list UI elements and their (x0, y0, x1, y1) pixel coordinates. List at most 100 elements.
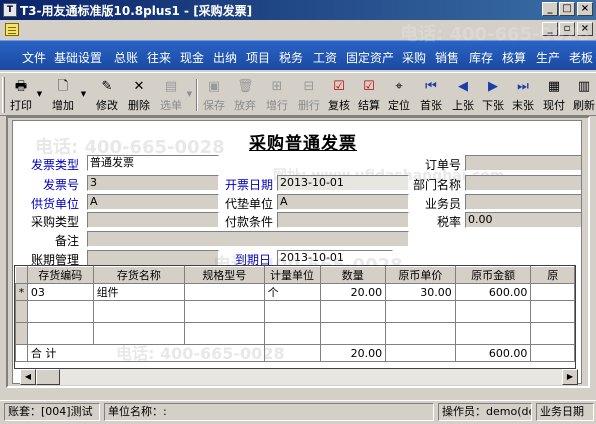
due-date-field[interactable]: 2013-10-01 (277, 250, 393, 266)
last-record-button[interactable]: ⏭ 末张 (510, 77, 536, 113)
empty-cell[interactable] (319, 322, 387, 345)
delete-button[interactable]: ✕ 删除 (124, 77, 154, 113)
empty-cell[interactable] (92, 322, 186, 345)
grid-corner-cell[interactable] (15, 266, 28, 284)
column-header[interactable]: 存货编码 (26, 266, 94, 284)
empty-cell[interactable] (530, 322, 575, 345)
select-order-button[interactable]: ▤ 选单 (156, 77, 186, 113)
agent-vendor-field[interactable]: A (277, 194, 409, 210)
toolbar-grip[interactable] (2, 77, 5, 113)
next-record-button[interactable]: ▶ 下张 (480, 77, 506, 113)
cash-pay-button[interactable]: ▦ 现付 (540, 77, 568, 113)
menu-project[interactable]: 项目 (246, 49, 270, 66)
table-row[interactable] (15, 322, 575, 345)
select-dropdown-arrow[interactable]: ▼ (186, 89, 193, 99)
app-icon[interactable]: T (3, 3, 17, 17)
cell-price[interactable]: 30.00 (385, 283, 456, 301)
child-close-button[interactable]: × (577, 22, 593, 36)
menu-basic-settings[interactable]: 基础设置 (54, 49, 102, 66)
menu-boss[interactable]: 老板 (569, 49, 593, 66)
vendor-field[interactable]: A (87, 194, 219, 210)
payment-terms-field[interactable] (277, 212, 409, 228)
child-minimize-button[interactable]: _ (542, 22, 558, 36)
menu-fixed-assets[interactable]: 固定资产 (346, 49, 394, 66)
note-field[interactable] (87, 231, 409, 247)
empty-cell[interactable] (454, 300, 532, 323)
cell-unit[interactable]: 个 (263, 283, 321, 301)
menu-production[interactable]: 生产 (536, 49, 560, 66)
menu-file[interactable]: 文件 (22, 49, 46, 66)
menu-sales[interactable]: 销售 (435, 49, 459, 66)
add-dropdown-arrow[interactable]: ▼ (80, 89, 87, 99)
minimize-button[interactable]: _ (542, 2, 558, 16)
cell-name[interactable]: 组件 (92, 283, 186, 301)
column-header[interactable]: 计量单位 (263, 266, 321, 284)
department-field[interactable] (465, 175, 581, 191)
menu-purchase[interactable]: 采购 (402, 49, 426, 66)
salesperson-field[interactable] (465, 194, 581, 210)
cell-amount[interactable]: 600.00 (454, 283, 532, 301)
empty-cell[interactable] (184, 300, 265, 323)
invoice-no-field[interactable]: 3 (87, 175, 219, 191)
empty-cell[interactable] (92, 300, 186, 323)
print-button[interactable]: 🖶 打印 (6, 77, 36, 113)
cell-spec[interactable] (184, 283, 265, 301)
scroll-left-button[interactable]: ◀ (20, 369, 36, 385)
empty-cell[interactable] (454, 322, 532, 345)
column-header[interactable]: 存货名称 (92, 266, 186, 284)
menu-cashier[interactable]: 出纳 (213, 49, 237, 66)
column-header[interactable]: 规格型号 (184, 266, 265, 284)
review-button[interactable]: ☑ 复核 (326, 77, 352, 113)
add-row-button[interactable]: ⊞ 增行 (262, 77, 292, 113)
horizontal-scrollbar[interactable]: ◀ ▶ (20, 369, 578, 385)
add-button[interactable]: 🗋 增加 (48, 77, 78, 113)
save-button[interactable]: ▣ 保存 (200, 77, 228, 113)
maximize-button[interactable]: □ (559, 2, 575, 16)
menu-payroll[interactable]: 工资 (313, 49, 337, 66)
column-header[interactable]: 原币单价 (385, 266, 456, 284)
empty-cell[interactable] (385, 300, 456, 323)
tax-rate-field[interactable]: 0.00 (465, 212, 581, 228)
empty-cell[interactable] (184, 322, 265, 345)
menu-costing[interactable]: 核算 (502, 49, 526, 66)
empty-cell[interactable] (385, 322, 456, 345)
edit-button[interactable]: ✎ 修改 (92, 77, 122, 113)
menu-inventory[interactable]: 库存 (469, 49, 493, 66)
table-row[interactable]: * 03 组件 个 20.00 30.00 600.00 (15, 283, 575, 301)
account-mgmt-field[interactable] (87, 250, 219, 266)
row-marker[interactable]: * (15, 283, 28, 301)
menu-receivables[interactable]: 往来 (147, 49, 171, 66)
invoice-type-field[interactable]: 普通发票 (87, 155, 219, 171)
first-record-button[interactable]: ⏮ 首张 (418, 77, 444, 113)
table-row[interactable] (15, 300, 575, 323)
menu-tax[interactable]: 税务 (279, 49, 303, 66)
column-header[interactable]: 原币金额 (454, 266, 532, 284)
scroll-right-button[interactable]: ▶ (562, 369, 578, 385)
order-no-field[interactable] (465, 155, 581, 171)
menu-cash[interactable]: 现金 (180, 49, 204, 66)
delete-row-button[interactable]: ⊟ 删行 (294, 77, 324, 113)
issue-date-field[interactable]: 2013-10-01 (277, 175, 409, 191)
locate-button[interactable]: ⌖ 定位 (386, 77, 412, 113)
empty-cell[interactable] (263, 322, 321, 345)
row-marker[interactable] (15, 322, 28, 345)
column-header[interactable]: 数量 (319, 266, 387, 284)
child-restore-button[interactable]: ▫ (559, 22, 575, 36)
menu-general-ledger[interactable]: 总账 (114, 49, 138, 66)
discard-button[interactable]: 🗑 放弃 (230, 77, 260, 113)
settle-button[interactable]: ☑ 结算 (356, 77, 382, 113)
empty-cell[interactable] (26, 322, 94, 345)
document-icon[interactable] (5, 23, 19, 36)
row-marker[interactable] (15, 300, 28, 323)
empty-cell[interactable] (530, 300, 575, 323)
cell-qty[interactable]: 20.00 (319, 283, 387, 301)
empty-cell[interactable] (263, 300, 321, 323)
column-header[interactable]: 原 (530, 266, 575, 284)
purchase-type-field[interactable] (87, 212, 219, 228)
cell-code[interactable]: 03 (26, 283, 94, 301)
cell-extra[interactable] (530, 283, 575, 301)
scroll-thumb[interactable] (36, 369, 60, 385)
print-dropdown-arrow[interactable]: ▼ (36, 89, 43, 99)
prev-record-button[interactable]: ◀ 上张 (450, 77, 476, 113)
close-button[interactable]: × (577, 2, 593, 16)
